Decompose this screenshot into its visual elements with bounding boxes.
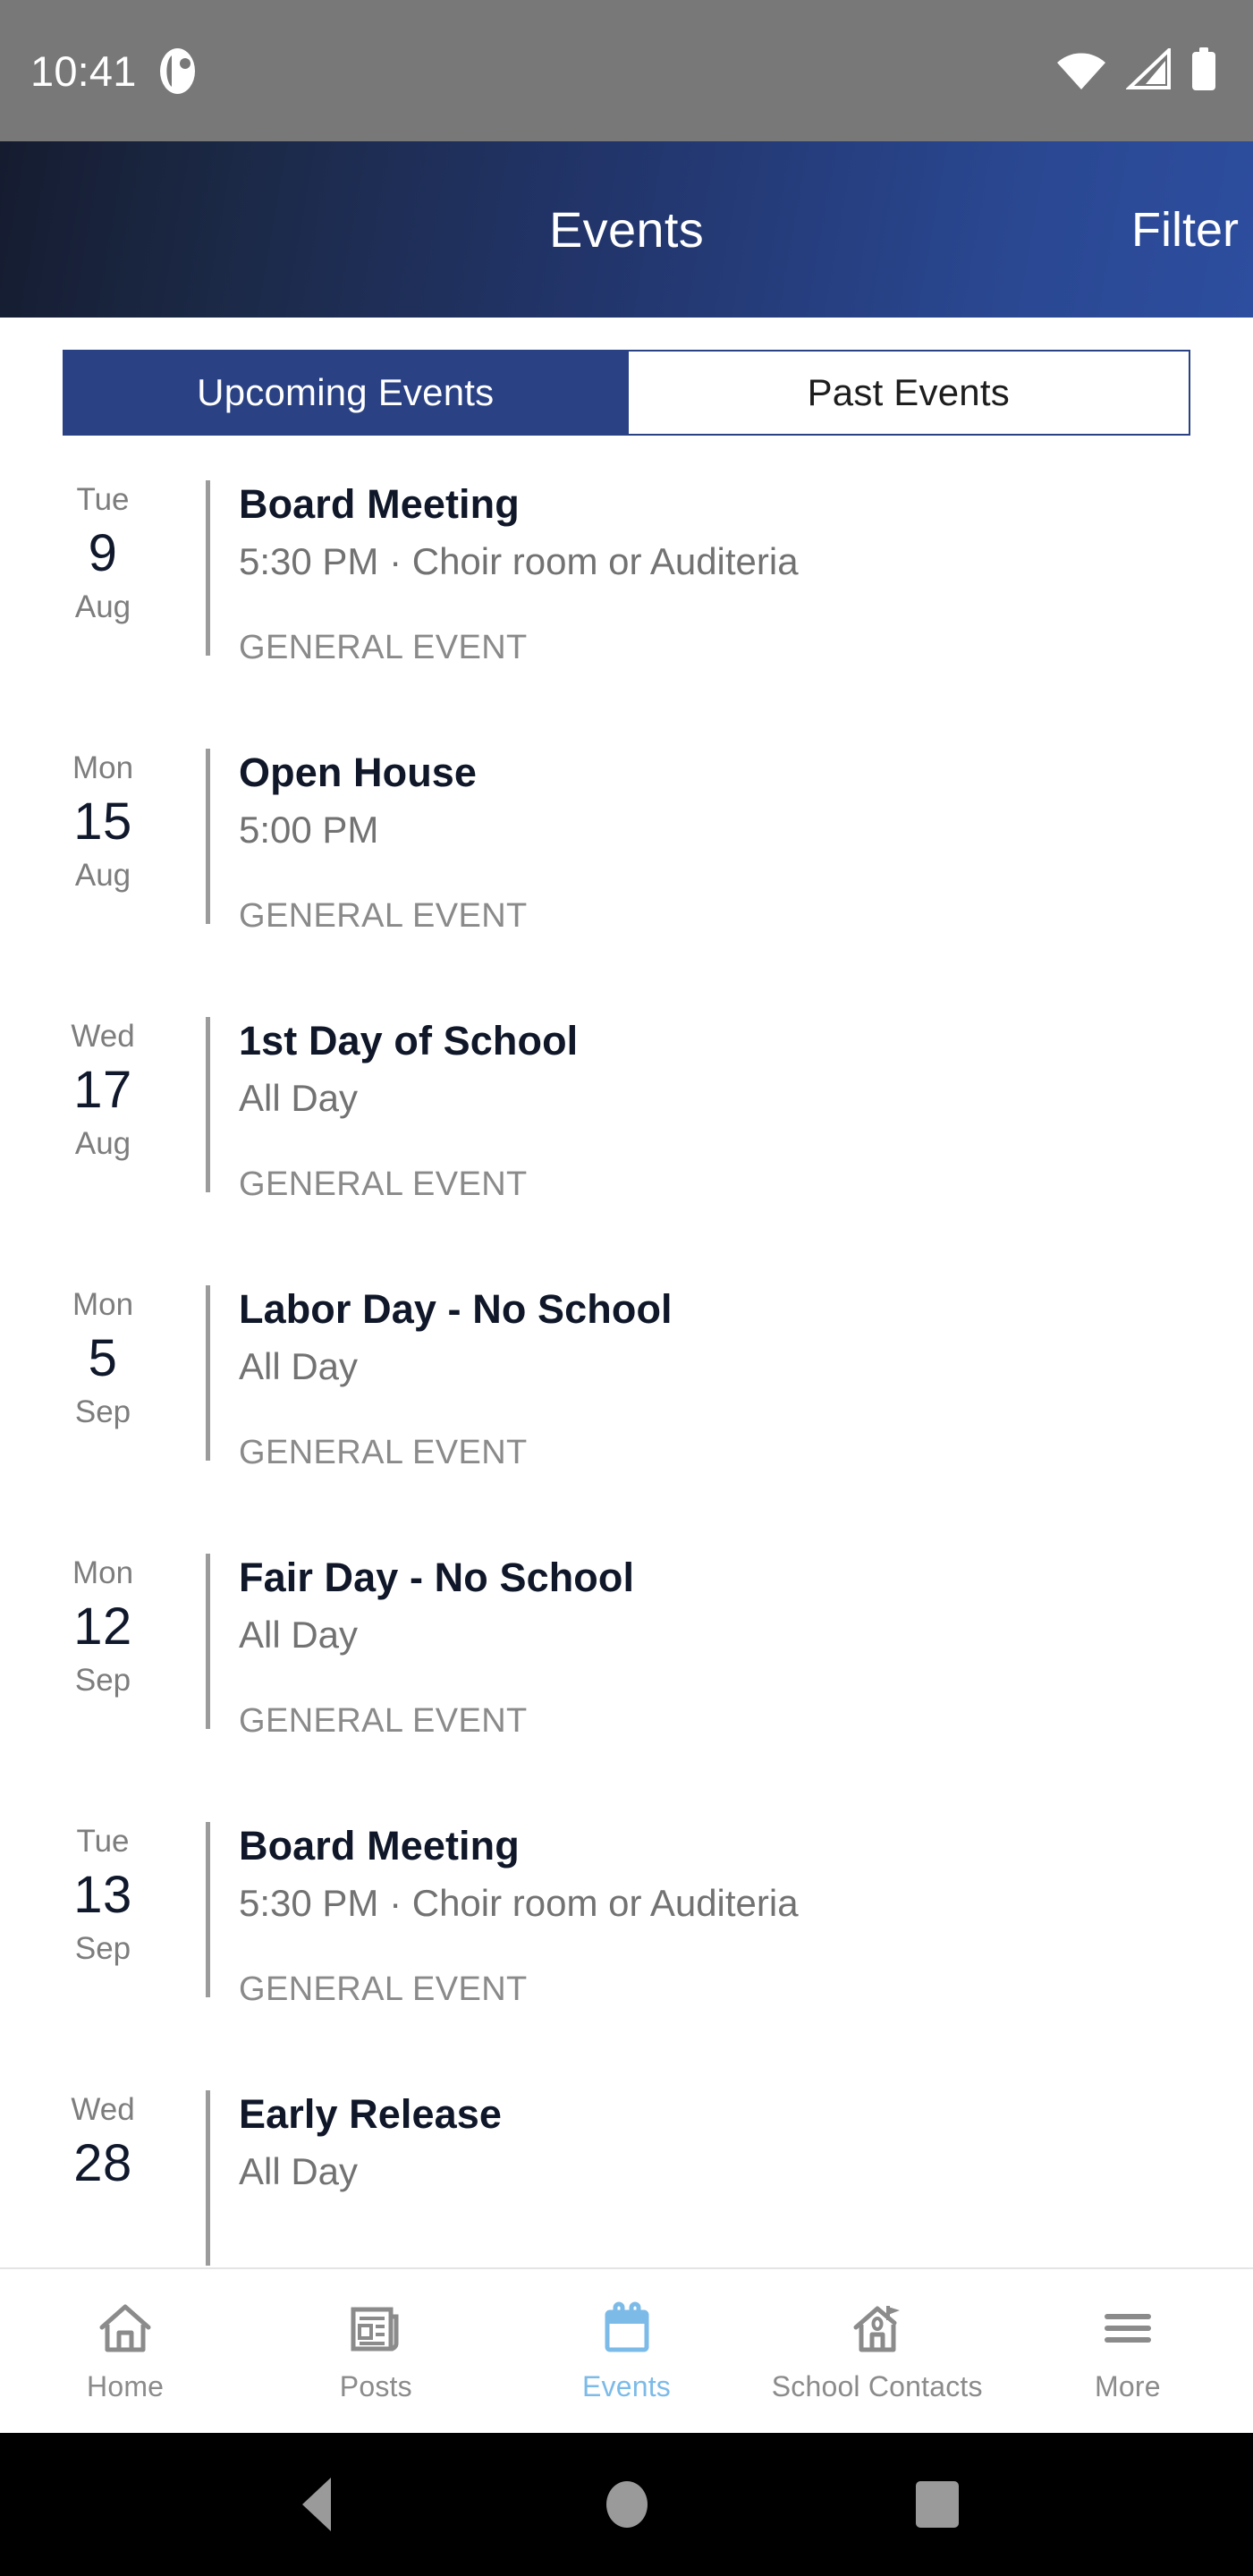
status-clock: 10:41 <box>30 47 137 95</box>
event-category: GENERAL EVENT <box>239 629 528 667</box>
school-building-icon <box>850 2299 905 2358</box>
wifi-icon <box>1056 48 1106 94</box>
nav-item-school-contacts[interactable]: School Contacts <box>752 2299 1003 2403</box>
event-day-of-week: Mon <box>72 1287 134 1322</box>
nav-label-events: Events <box>581 2370 672 2402</box>
nav-label-school-contacts: School Contacts <box>771 2370 983 2402</box>
nav-item-home[interactable]: Home <box>0 2299 250 2403</box>
cellular-signal-icon <box>1125 45 1171 94</box>
event-month: Sep <box>74 1394 131 1430</box>
event-date-column: Mon 12 Sep <box>36 1543 170 1700</box>
home-circle-icon[interactable] <box>573 2451 681 2558</box>
event-details: Open House 5:00 PM GENERAL EVENT <box>210 738 1253 936</box>
event-list-item[interactable]: Tue 9 Aug Board Meeting 5:30 PM · Choir … <box>0 470 1253 738</box>
event-day-number: 13 <box>73 1865 132 1924</box>
event-title: Board Meeting <box>239 1823 520 1868</box>
event-category: GENERAL EVENT <box>239 1702 528 1741</box>
tab-bar-wrapper: Upcoming Events Past Events <box>0 318 1253 436</box>
phone-screen: 10:41 Events Filter Upcoming Events Past… <box>0 0 1253 2576</box>
recents-square-icon[interactable] <box>884 2451 991 2558</box>
event-details: Board Meeting 5:30 PM · Choir room or Au… <box>210 470 1253 667</box>
event-category: GENERAL EVENT <box>239 1434 528 1472</box>
event-category: GENERAL EVENT <box>239 1970 528 2009</box>
calendar-icon <box>599 2299 655 2358</box>
event-date-column: Tue 9 Aug <box>36 470 170 627</box>
event-title: 1st Day of School <box>239 1018 579 1063</box>
event-list-item[interactable]: Mon 15 Aug Open House 5:00 PM GENERAL EV… <box>0 738 1253 1006</box>
event-details: 1st Day of School All Day GENERAL EVENT <box>210 1006 1253 1204</box>
event-day-of-week: Wed <box>71 1019 135 1054</box>
event-date-column: Tue 13 Sep <box>36 1811 170 1969</box>
event-list-item[interactable]: Wed 28 Early Release All Day <box>0 2080 1253 2267</box>
event-month: Sep <box>74 1663 131 1699</box>
events-tab-group: Upcoming Events Past Events <box>63 350 1190 436</box>
event-details: Early Release All Day <box>210 2080 1253 2239</box>
back-triangle-icon[interactable] <box>263 2451 370 2558</box>
newspaper-icon <box>348 2299 403 2358</box>
nav-item-events[interactable]: Events <box>501 2299 751 2403</box>
nav-item-posts[interactable]: Posts <box>250 2299 501 2403</box>
event-day-of-week: Mon <box>72 750 134 785</box>
event-list-item[interactable]: Mon 12 Sep Fair Day - No School All Day … <box>0 1543 1253 1811</box>
event-time-location: All Day <box>239 1076 359 1119</box>
event-day-number: 15 <box>73 792 132 851</box>
event-list-item[interactable]: Mon 5 Sep Labor Day - No School All Day … <box>0 1275 1253 1543</box>
event-details: Fair Day - No School All Day GENERAL EVE… <box>210 1543 1253 1741</box>
event-title: Open House <box>239 750 478 795</box>
event-day-of-week: Tue <box>76 1824 130 1859</box>
filter-button[interactable]: Filter <box>1124 193 1246 267</box>
nav-label-more: More <box>1095 2370 1161 2402</box>
android-system-navigation <box>0 2433 1253 2576</box>
event-day-number: 17 <box>73 1060 132 1119</box>
app-notification-icon <box>159 47 195 94</box>
event-date-column: Wed 28 <box>36 2080 170 2198</box>
event-category: GENERAL EVENT <box>239 1165 528 1204</box>
event-day-of-week: Wed <box>71 2092 135 2127</box>
event-list[interactable]: Tue 9 Aug Board Meeting 5:30 PM · Choir … <box>0 436 1253 2267</box>
event-day-number: 12 <box>73 1597 132 1656</box>
event-title: Fair Day - No School <box>239 1555 635 1600</box>
app-header: Events Filter <box>0 141 1253 318</box>
home-icon <box>97 2299 153 2358</box>
event-day-of-week: Tue <box>76 482 130 517</box>
event-month: Sep <box>74 1931 131 1967</box>
event-day-number: 28 <box>73 2133 132 2192</box>
event-date-column: Mon 15 Aug <box>36 738 170 895</box>
event-title: Early Release <box>239 2091 503 2137</box>
event-time-location: 5:00 PM <box>239 808 379 851</box>
event-date-column: Wed 17 Aug <box>36 1006 170 1164</box>
tab-upcoming-events[interactable]: Upcoming Events <box>64 352 627 434</box>
status-bar: 10:41 <box>0 0 1253 141</box>
tab-past-events[interactable]: Past Events <box>626 352 1189 434</box>
event-details: Labor Day - No School All Day GENERAL EV… <box>210 1275 1253 1472</box>
page-title: Events <box>549 201 704 258</box>
event-month: Aug <box>74 589 131 625</box>
event-details: Board Meeting 5:30 PM · Choir room or Au… <box>210 1811 1253 2009</box>
event-time-location: 5:30 PM · Choir room or Auditeria <box>239 539 799 582</box>
nav-label-posts: Posts <box>339 2370 412 2402</box>
bottom-navigation: Home Posts Events School Contacts More <box>0 2267 1253 2433</box>
event-time-location: 5:30 PM · Choir room or Auditeria <box>239 1881 799 1924</box>
event-day-of-week: Mon <box>72 1555 134 1590</box>
event-day-number: 5 <box>88 1328 118 1387</box>
event-time-location: All Day <box>239 1613 359 1656</box>
event-date-column: Mon 5 Sep <box>36 1275 170 1432</box>
event-month: Aug <box>74 1126 131 1162</box>
event-list-item[interactable]: Tue 13 Sep Board Meeting 5:30 PM · Choir… <box>0 1811 1253 2080</box>
status-bar-right <box>1056 45 1217 95</box>
event-day-number: 9 <box>88 523 118 582</box>
nav-label-home: Home <box>87 2370 165 2402</box>
battery-full-icon <box>1190 47 1217 95</box>
status-bar-left: 10:41 <box>30 47 195 95</box>
nav-item-more[interactable]: More <box>1003 2299 1253 2403</box>
event-time-location: All Day <box>239 1344 359 1387</box>
event-title: Labor Day - No School <box>239 1286 673 1332</box>
event-time-location: All Day <box>239 2149 359 2192</box>
hamburger-menu-icon <box>1100 2299 1156 2358</box>
event-list-item[interactable]: Wed 17 Aug 1st Day of School All Day GEN… <box>0 1006 1253 1275</box>
event-title: Board Meeting <box>239 481 520 527</box>
event-category: GENERAL EVENT <box>239 897 528 936</box>
event-month: Aug <box>74 858 131 894</box>
